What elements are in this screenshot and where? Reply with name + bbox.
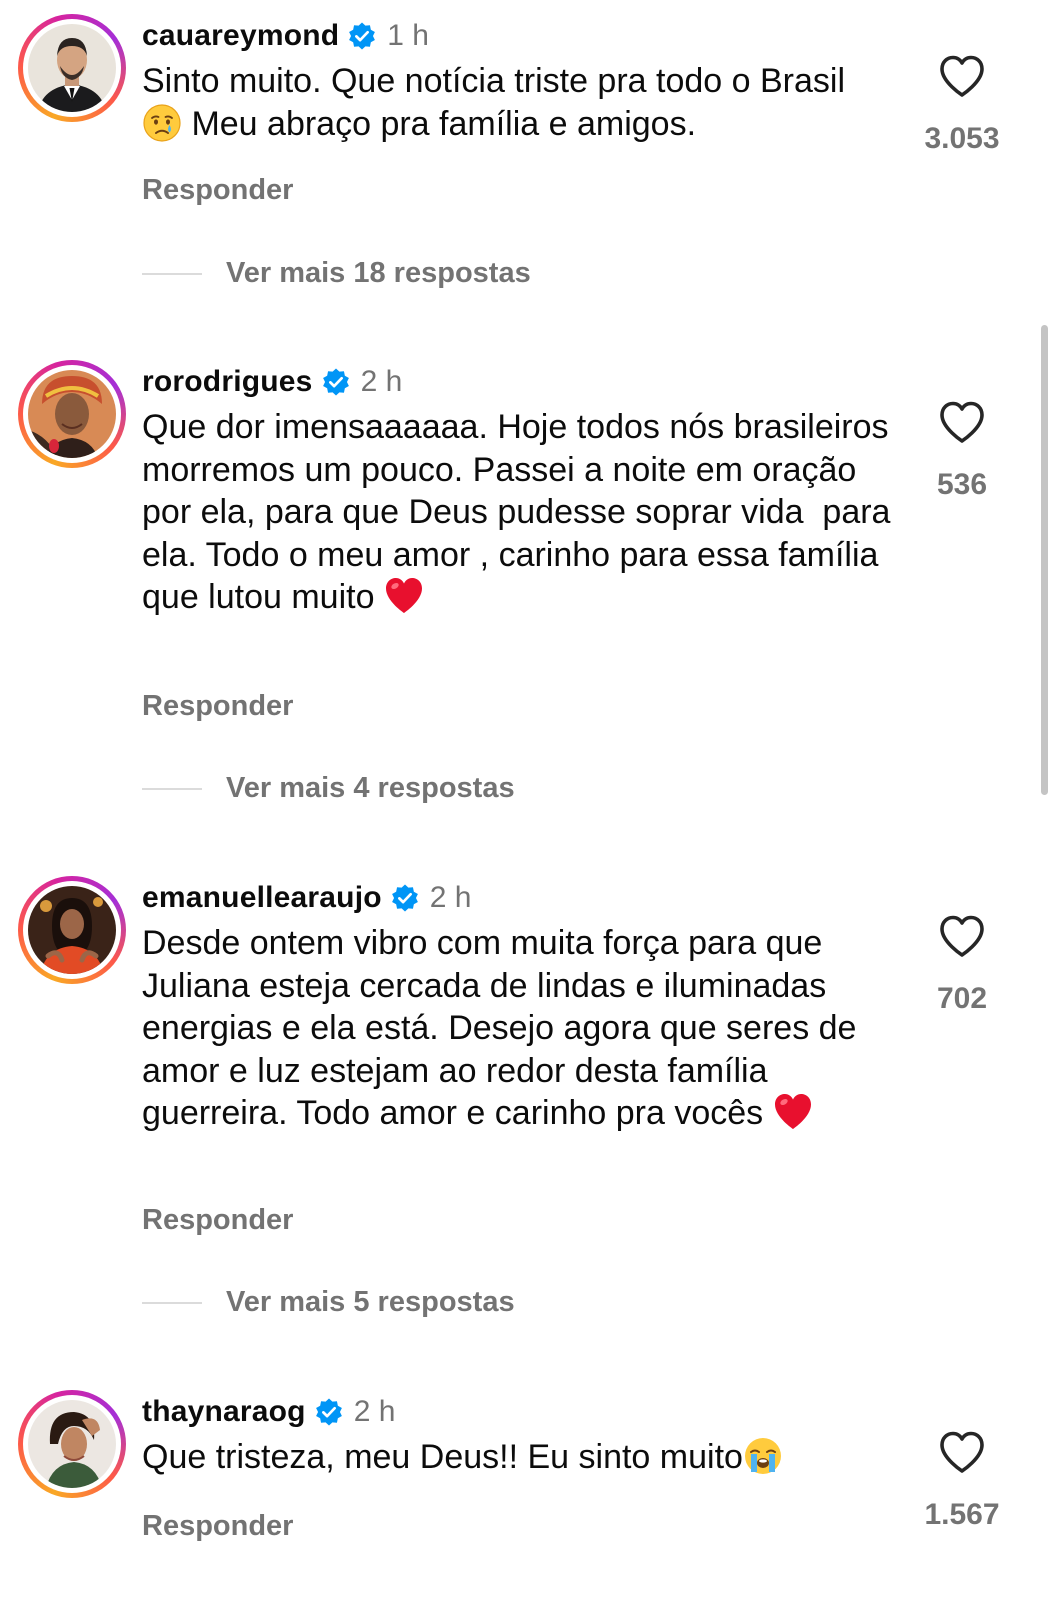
like-count: 3.053 [924, 122, 1000, 155]
comment-item: thaynaraog 2 h Que tristeza, meu Deus!! … [0, 1390, 1056, 1590]
username[interactable]: emanuellearaujo [142, 881, 382, 915]
comment-text-part: Sinto muito. Que notícia triste pra todo… [142, 62, 855, 100]
heart-outline-icon[interactable] [938, 54, 986, 98]
red-heart-icon [384, 576, 424, 616]
view-more-replies-label: Ver mais 18 respostas [226, 257, 531, 289]
comment-text-part: Que tristeza, meu Deus!! Eu sinto muito [142, 1438, 743, 1476]
crying-face-icon [142, 103, 182, 143]
loudly-crying-face-icon [743, 1436, 783, 1476]
comment-text: Sinto muito. Que notícia triste pra todo… [142, 60, 892, 145]
avatar-border [23, 881, 121, 979]
like-count: 702 [936, 982, 988, 1015]
comment-item: cauareymond 1 h Sinto muito. Que notícia… [0, 14, 1056, 294]
comment-header: rorodrigues 2 h [142, 362, 402, 402]
reply-button[interactable]: Responder [142, 1510, 293, 1543]
avatar[interactable] [28, 24, 116, 112]
reply-button[interactable]: Responder [142, 690, 293, 723]
view-more-replies-button[interactable]: Ver mais 5 respostas [142, 1286, 515, 1319]
view-more-replies-button[interactable]: Ver mais 4 respostas [142, 772, 515, 805]
heart-outline-icon[interactable] [938, 1430, 986, 1474]
comment-time: 2 h [353, 1395, 396, 1428]
avatar-border [23, 19, 121, 117]
like-count: 536 [936, 468, 988, 501]
username[interactable]: cauareymond [142, 19, 339, 53]
avatar-border [23, 365, 121, 463]
comment-time: 2 h [429, 881, 472, 914]
comment-text: Que dor imensaaaaaa. Hoje todos nós bras… [142, 406, 892, 619]
divider [142, 272, 202, 275]
verified-badge-icon [321, 367, 351, 397]
comment-text-part: Que dor imensaaaaaa. Hoje todos nós bras… [142, 408, 900, 616]
comment-item: emanuellearaujo 2 h Desde ontem vibro co… [0, 876, 1056, 1326]
comment-text-part: Desde ontem vibro com muita força para q… [142, 924, 866, 1132]
verified-badge-icon [390, 883, 420, 913]
comment-text: Desde ontem vibro com muita força para q… [142, 922, 892, 1135]
divider [142, 1301, 202, 1304]
story-ring[interactable] [18, 14, 126, 122]
avatar[interactable] [28, 1400, 116, 1488]
comment-item: rorodrigues 2 h Que dor imensaaaaaa. Hoj… [0, 360, 1056, 810]
reply-button[interactable]: Responder [142, 174, 293, 207]
comment-header: cauareymond 1 h [142, 16, 429, 56]
avatar[interactable] [28, 370, 116, 458]
scrollbar[interactable] [1041, 325, 1048, 795]
comment-text: Que tristeza, meu Deus!! Eu sinto muito [142, 1436, 892, 1479]
verified-badge-icon [347, 21, 377, 51]
verified-badge-icon [314, 1397, 344, 1427]
comment-time: 2 h [360, 365, 403, 398]
username[interactable]: thaynaraog [142, 1395, 306, 1429]
comment-text-part: Meu abraço pra família e amigos. [182, 104, 697, 143]
comment-header: thaynaraog 2 h [142, 1392, 395, 1432]
story-ring[interactable] [18, 876, 126, 984]
view-more-replies-button[interactable]: Ver mais 18 respostas [142, 257, 531, 290]
avatar[interactable] [28, 886, 116, 974]
heart-outline-icon[interactable] [938, 400, 986, 444]
divider [142, 787, 202, 790]
story-ring[interactable] [18, 360, 126, 468]
comment-header: emanuellearaujo 2 h [142, 878, 471, 918]
comment-time: 1 h [387, 19, 429, 52]
red-heart-icon [773, 1092, 813, 1132]
avatar-border [23, 1395, 121, 1493]
heart-outline-icon[interactable] [938, 914, 986, 958]
story-ring[interactable] [18, 1390, 126, 1498]
like-count: 1.567 [924, 1498, 1000, 1531]
view-more-replies-label: Ver mais 5 respostas [226, 1286, 515, 1318]
reply-button[interactable]: Responder [142, 1204, 293, 1237]
view-more-replies-label: Ver mais 4 respostas [226, 772, 515, 804]
username[interactable]: rorodrigues [142, 365, 313, 399]
